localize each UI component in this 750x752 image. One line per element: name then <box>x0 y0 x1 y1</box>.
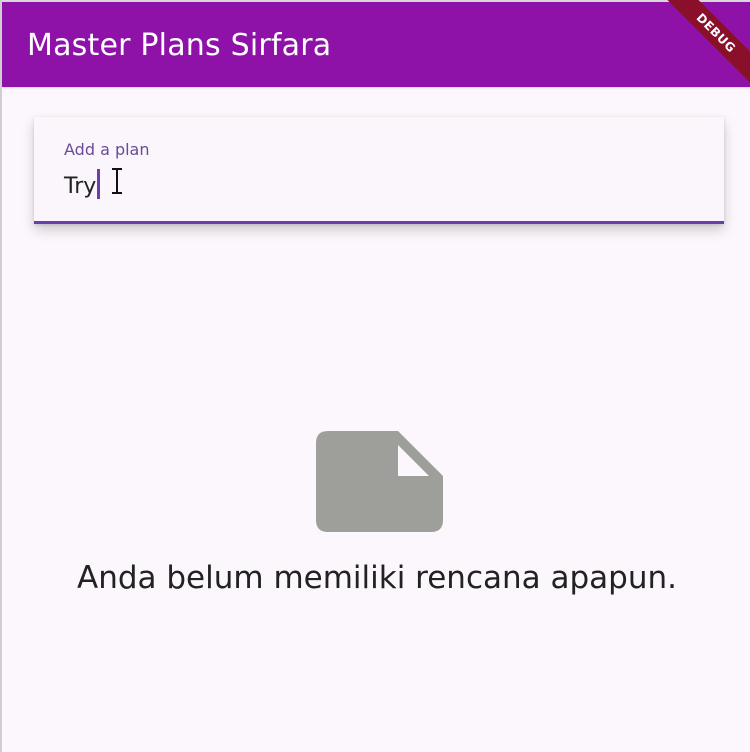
add-plan-label: Add a plan <box>64 140 150 159</box>
add-plan-input[interactable]: Try <box>64 169 101 199</box>
note-icon <box>316 431 443 532</box>
app-window: Master Plans Sirfara DEBUG Add a plan Tr… <box>0 0 750 752</box>
add-plan-input-value: Try <box>64 174 97 199</box>
app-bar: Master Plans Sirfara DEBUG <box>2 0 750 91</box>
debug-banner: DEBUG <box>658 0 750 91</box>
empty-state-message: Anda belum memiliki rencana apapun. <box>77 560 677 596</box>
app-title: Master Plans Sirfara <box>27 28 332 63</box>
text-cursor-icon <box>112 168 122 194</box>
text-caret <box>97 169 101 199</box>
add-plan-field[interactable]: Add a plan Try <box>34 117 724 224</box>
